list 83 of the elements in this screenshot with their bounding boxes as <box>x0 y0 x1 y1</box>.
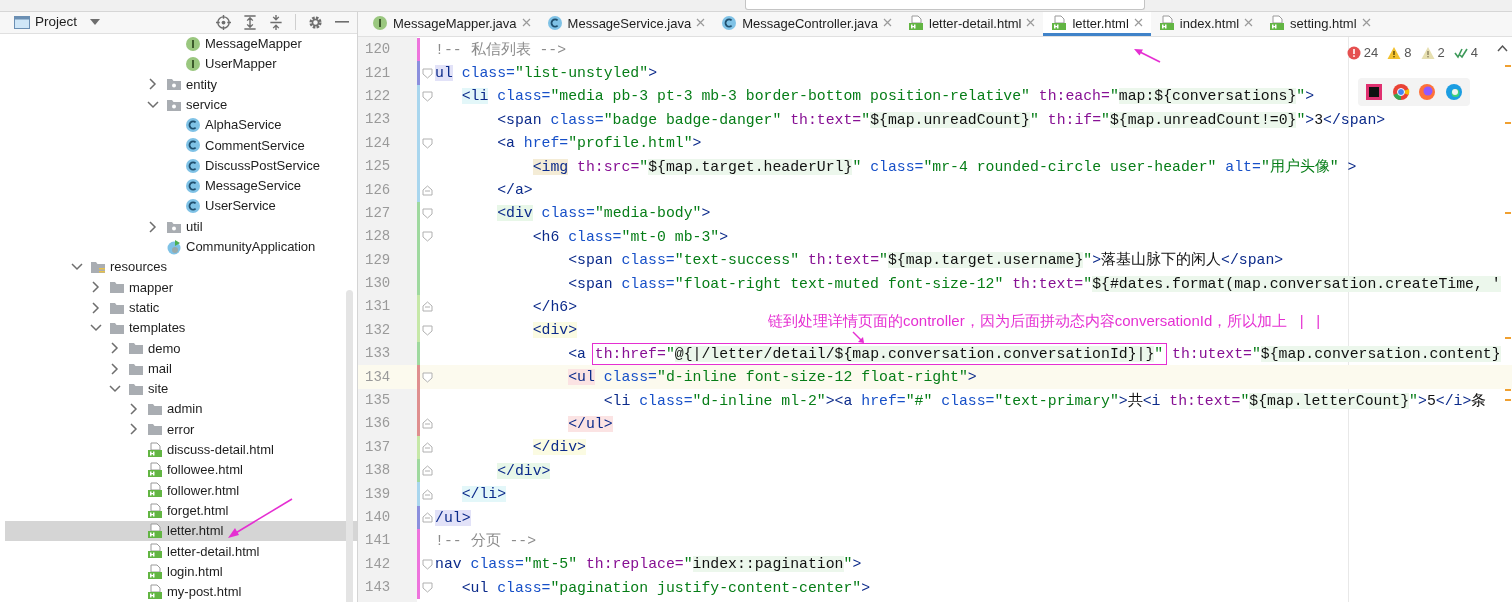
tree-item[interactable]: CommunityApplication <box>5 236 357 257</box>
code-line: !-- 分页 --> <box>435 531 537 551</box>
tree-item[interactable]: admin <box>5 399 357 420</box>
line-number: 134 <box>364 367 392 387</box>
tree-item[interactable]: CommentService <box>5 135 357 156</box>
tree-item[interactable]: demo <box>5 338 357 359</box>
line-number: 121 <box>364 63 392 83</box>
line-number: 135 <box>364 391 392 411</box>
tree-item[interactable]: followee.html <box>5 459 357 481</box>
editor-tab[interactable]: MessageController.java <box>713 12 900 36</box>
code-line: <img th:src="${map.target.headerUrl}" class="mr-4 rounded-circle user-header" alt="用户头像" > <box>531 157 1357 177</box>
tree-item[interactable]: UserService <box>5 196 357 217</box>
tree-item[interactable]: AlphaService <box>5 114 357 136</box>
line-number: 133 <box>364 344 392 364</box>
code-line: </a> <box>496 181 533 201</box>
code-line: <span class="badge badge-danger" th:text="${map.unreadCount}" th:if="${map.unreadCount!=0}">3</span> <box>496 110 1386 130</box>
tree-item[interactable]: DiscussPostService <box>5 155 357 176</box>
code-line: <li class="d-inline ml-2"><a href="#" class="text-primary">共<i th:text="${map.letterCount}">5</i>条 <box>602 391 1487 411</box>
inspection-count: 4 <box>1470 44 1478 62</box>
code-line: <span class="float-right text-muted font-size-12" th:text="${#dates.format(map.conversation.createTime, ' <box>567 274 1501 294</box>
code-line: <span class="text-success" th:text="${map.target.username}">落基山脉下的闲人</span> <box>567 250 1284 271</box>
line-number: 125 <box>364 157 392 177</box>
tree-item[interactable]: MessageService <box>5 175 357 197</box>
tree-item[interactable]: letter.html <box>5 520 357 542</box>
line-number: 140 <box>364 508 392 527</box>
inspection-count: 2 <box>1437 44 1445 62</box>
code-line: <li class="media pb-3 pt-3 mb-3 border-bottom position-relative" th:each="map:${conversations}"> <box>460 87 1315 107</box>
tree-item[interactable]: templates <box>5 317 357 339</box>
tree-item[interactable]: util <box>5 216 357 237</box>
tree-item[interactable]: resources <box>5 256 357 278</box>
editor-tab[interactable]: letter-detail.html <box>900 12 1044 36</box>
code-line: </h6> <box>531 298 578 317</box>
tree-item[interactable]: mail <box>5 358 357 379</box>
code-line: <ul class="d-inline font-size-12 float-right"> <box>567 368 977 388</box>
code-line: <div class="media-body"> <box>496 204 711 224</box>
tree-item[interactable]: discuss-detail.html <box>5 439 357 460</box>
tree-item[interactable]: error <box>5 419 357 440</box>
line-number: 123 <box>364 110 392 130</box>
editor-tab[interactable]: MessageService.java <box>538 12 714 36</box>
tree-item[interactable]: static <box>5 297 357 318</box>
line-number: 138 <box>364 461 392 481</box>
line-number: 120 <box>364 40 392 60</box>
tree-item[interactable]: forget.html <box>5 500 357 521</box>
tree-item[interactable]: letter-detail.html <box>5 541 357 562</box>
code-line: <a th:href="@{|/letter/detail/${map.conversation.conversationId}|}" th:utext="${map.conversation.content} <box>567 344 1501 364</box>
line-number: 141 <box>364 531 392 551</box>
tree-item[interactable]: site <box>5 378 357 400</box>
line-number: 122 <box>364 86 392 106</box>
panel-title: Project <box>35 13 78 32</box>
line-number: 126 <box>364 180 392 200</box>
editor-tab[interactable]: letter.html <box>1043 12 1151 36</box>
line-number: 132 <box>364 320 392 340</box>
line-number: 124 <box>364 133 392 153</box>
line-number: 136 <box>364 414 392 434</box>
line-number: 142 <box>364 554 392 574</box>
line-number: 129 <box>364 250 392 270</box>
line-number: 139 <box>364 484 392 504</box>
code-line: ul class="list-unstyled"> <box>435 64 658 84</box>
code-line: !-- 私信列表 --> <box>435 40 567 60</box>
code-line: <h6 class="mt-0 mb-3"> <box>531 227 729 247</box>
tree-item[interactable]: entity <box>5 74 357 95</box>
tree-item[interactable]: login.html <box>5 561 357 582</box>
line-number: 143 <box>364 578 392 598</box>
code-line: nav class="mt-5" th:replace="index::pagination"> <box>435 555 862 575</box>
line-number: 128 <box>364 227 392 247</box>
inspection-count: 24 <box>1363 44 1379 62</box>
tree-item[interactable]: follower.html <box>5 480 357 501</box>
line-number: 137 <box>364 437 392 457</box>
line-number: 127 <box>364 203 392 223</box>
editor-tab[interactable]: MessageMapper.java <box>364 12 539 36</box>
line-number: 130 <box>364 274 392 294</box>
tree-item[interactable]: MessageMapper <box>5 33 357 54</box>
annotation-text: 链到处理详情页面的controller，因为后面拼动态内容conversationId，所以加上 | | <box>768 311 1321 331</box>
code-line: <ul class="pagination justify-content-center"> <box>460 578 871 598</box>
tree-item[interactable]: UserMapper <box>5 54 357 75</box>
line-number: 131 <box>364 297 392 317</box>
editor-tab[interactable]: index.html <box>1150 12 1262 36</box>
inspection-count: 8 <box>1404 44 1412 62</box>
editor-tab[interactable]: setting.html <box>1261 12 1379 36</box>
tree-item[interactable]: service <box>5 94 357 115</box>
tree-item[interactable]: my-post.html <box>5 581 357 602</box>
code-line: <a href="profile.html"> <box>496 134 702 154</box>
tree-item[interactable]: mapper <box>5 277 357 298</box>
